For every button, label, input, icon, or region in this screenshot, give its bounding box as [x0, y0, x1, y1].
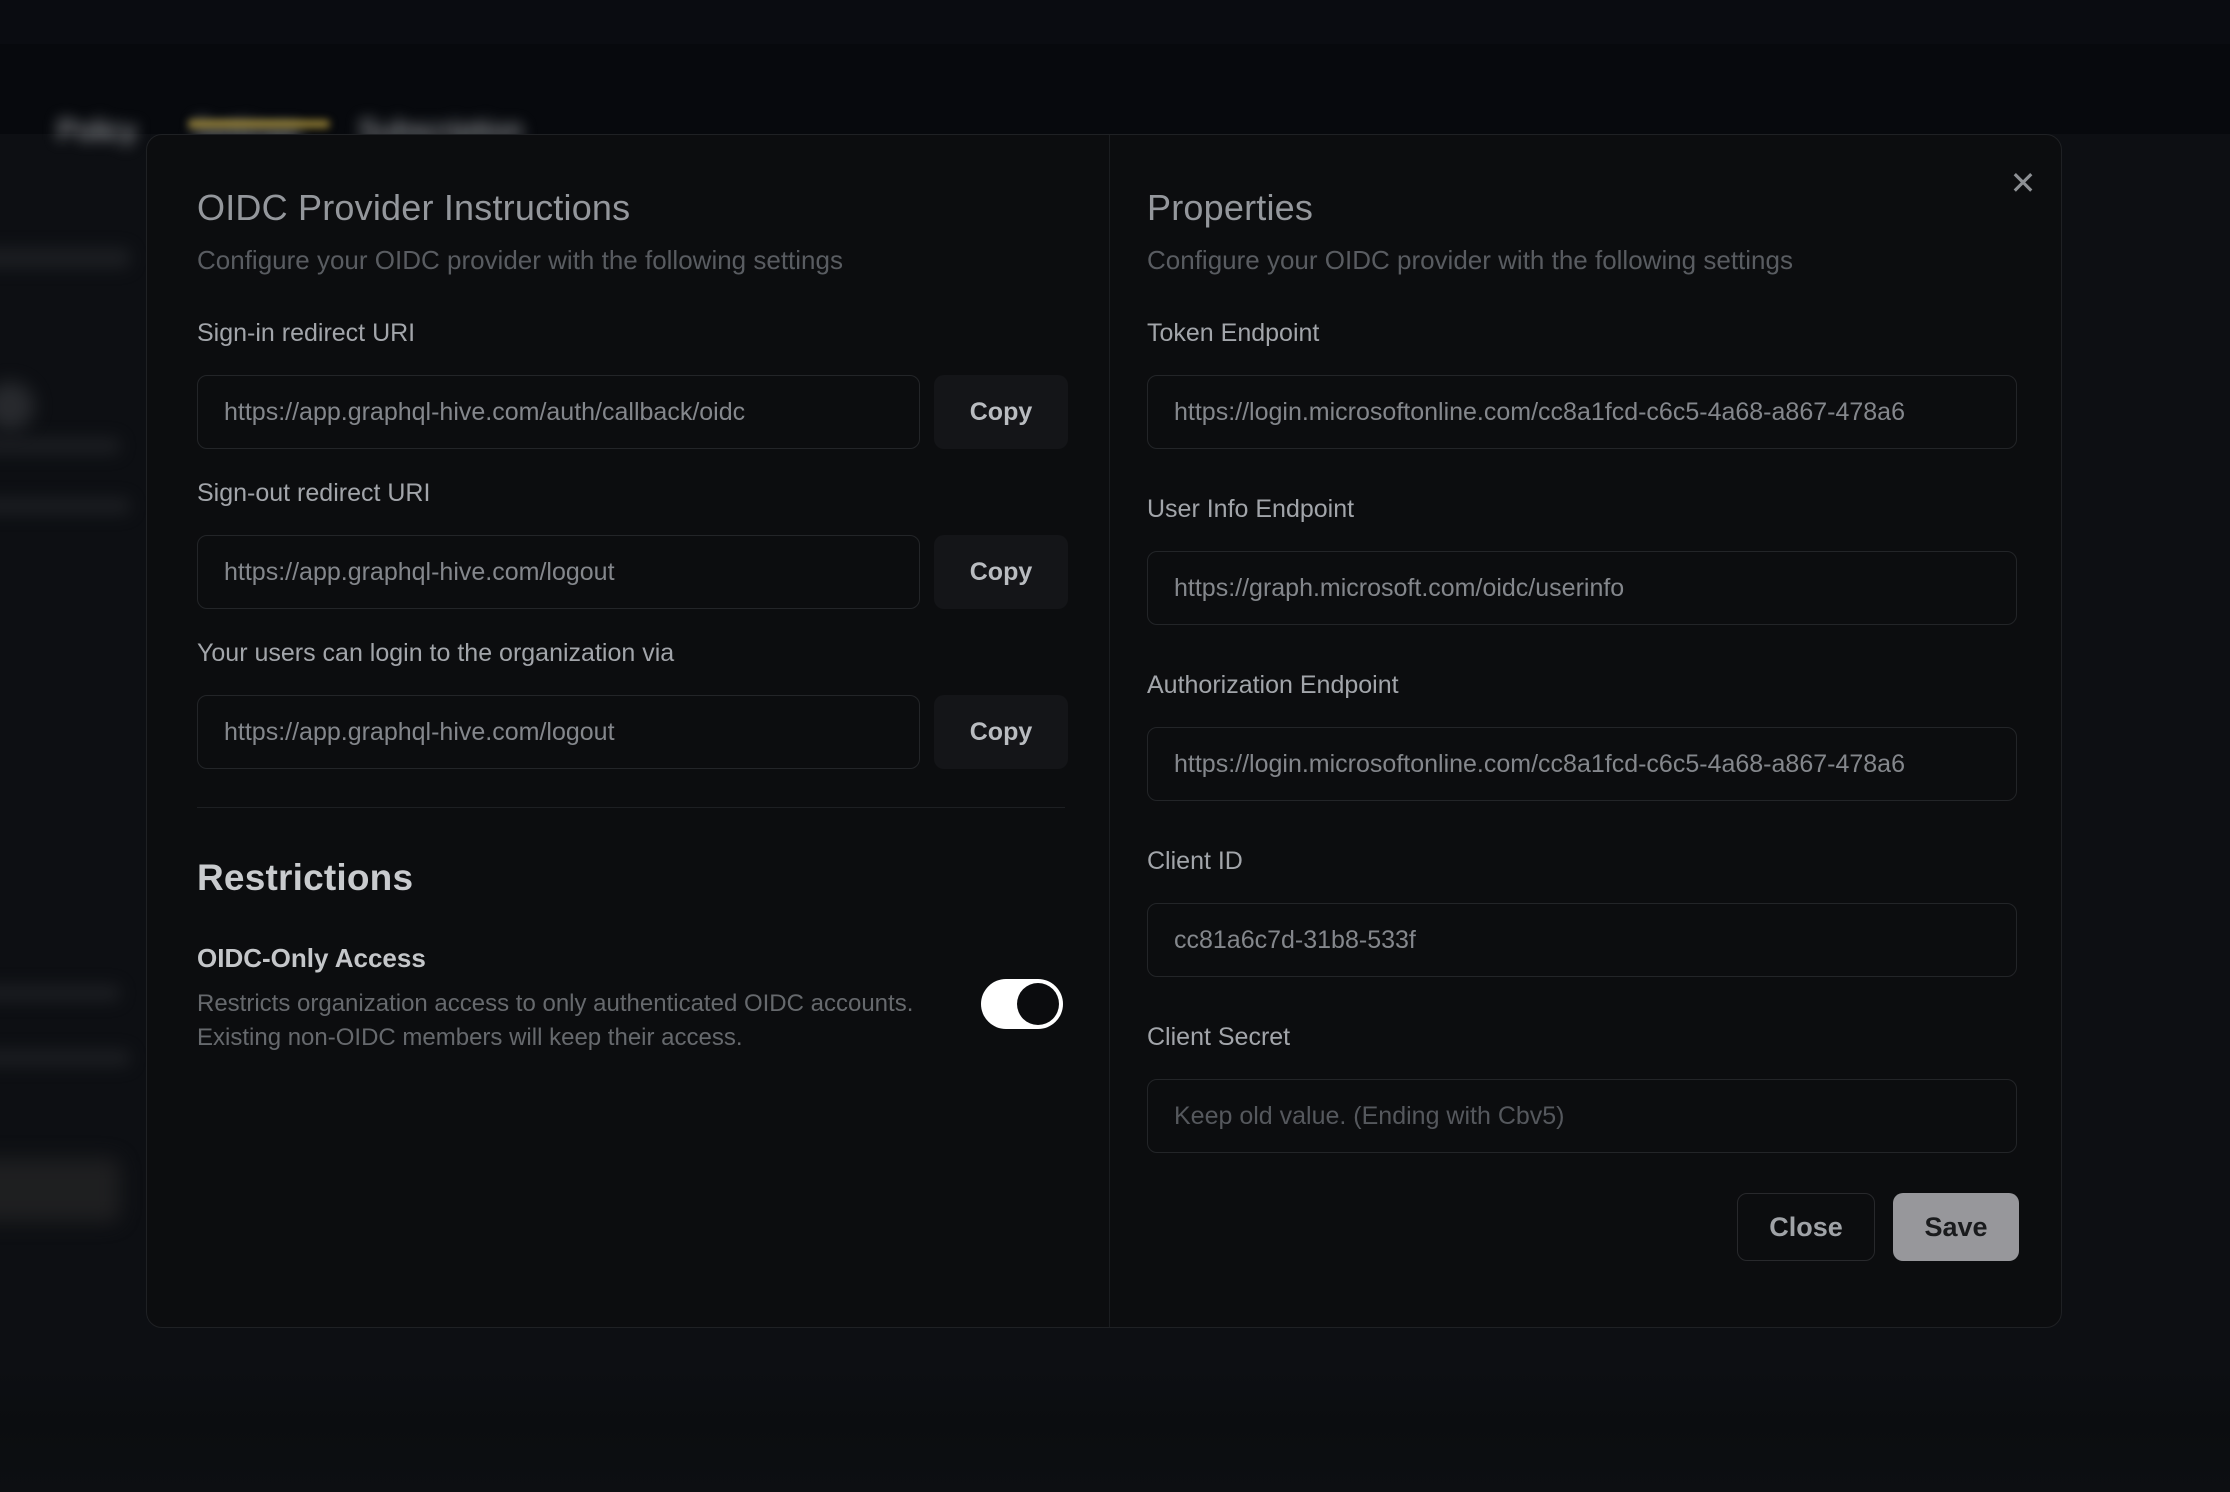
authorization-endpoint-label: Authorization Endpoint: [1147, 671, 1399, 700]
copy-org-login-button[interactable]: Copy: [934, 695, 1068, 769]
org-login-label: Your users can login to the organization…: [197, 639, 674, 668]
org-login-input[interactable]: [197, 695, 920, 769]
oidc-only-access-toggle[interactable]: [981, 979, 1063, 1029]
close-button[interactable]: Close: [1737, 1193, 1875, 1261]
client-secret-input[interactable]: [1147, 1079, 2017, 1153]
right-section-subtitle: Configure your OIDC provider with the fo…: [1147, 245, 1793, 276]
save-button[interactable]: Save: [1893, 1193, 2019, 1261]
background-tab-bar: Policy Settings Subscription: [0, 44, 2230, 134]
copy-signout-button[interactable]: Copy: [934, 535, 1068, 609]
blurred-icon-fragment: [0, 382, 34, 430]
client-secret-label: Client Secret: [1147, 1023, 1290, 1052]
signin-redirect-label: Sign-in redirect URI: [197, 319, 415, 348]
restrictions-divider: [197, 807, 1065, 808]
right-section-title: Properties: [1147, 187, 1313, 229]
blurred-text-fragment: [0, 1050, 130, 1066]
copy-signin-button[interactable]: Copy: [934, 375, 1068, 449]
restrictions-heading: Restrictions: [197, 857, 413, 899]
signout-redirect-label: Sign-out redirect URI: [197, 479, 430, 508]
close-icon[interactable]: ✕: [1999, 159, 2047, 207]
token-endpoint-input[interactable]: [1147, 375, 2017, 449]
signin-redirect-input[interactable]: [197, 375, 920, 449]
userinfo-endpoint-label: User Info Endpoint: [1147, 495, 1354, 524]
authorization-endpoint-input[interactable]: [1147, 727, 2017, 801]
oidc-only-access-label: OIDC-Only Access: [197, 943, 426, 974]
tab-policy: Policy: [57, 114, 137, 148]
toggle-knob: [1017, 983, 1059, 1025]
oidc-only-access-description-1: Restricts organization access to only au…: [197, 987, 913, 1021]
client-id-input[interactable]: [1147, 903, 2017, 977]
signout-redirect-input[interactable]: [197, 535, 920, 609]
oidc-only-access-description-2: Existing non-OIDC members will keep thei…: [197, 1021, 743, 1055]
client-id-label: Client ID: [1147, 847, 1243, 876]
blurred-text-fragment: [0, 438, 120, 454]
active-tab-underline: [188, 120, 330, 128]
oidc-provider-modal: ✕ OIDC Provider Instructions Configure y…: [146, 134, 2062, 1328]
left-section-title: OIDC Provider Instructions: [197, 187, 630, 229]
blurred-text-fragment: [0, 985, 120, 1001]
userinfo-endpoint-input[interactable]: [1147, 551, 2017, 625]
top-strip: [0, 0, 2230, 44]
token-endpoint-label: Token Endpoint: [1147, 319, 1319, 348]
blurred-text-fragment: [0, 498, 130, 514]
blurred-text-fragment: [0, 248, 130, 268]
column-divider: [1109, 135, 1110, 1327]
blurred-button-fragment: [0, 1158, 120, 1222]
left-section-subtitle: Configure your OIDC provider with the fo…: [197, 245, 843, 276]
footer-band: [0, 1368, 2230, 1492]
